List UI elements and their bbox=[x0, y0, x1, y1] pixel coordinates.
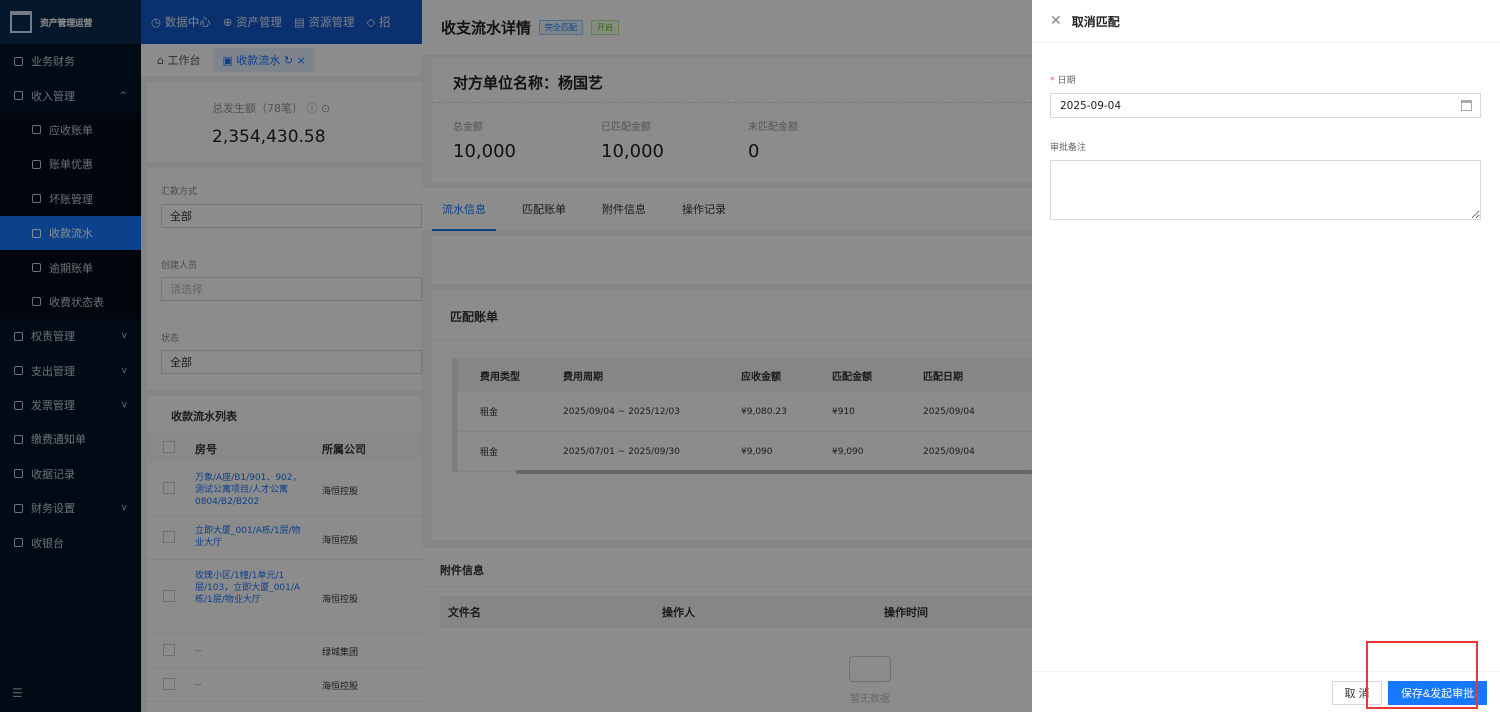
drawer-header: ✕ 取消匹配 bbox=[1032, 0, 1500, 43]
modal-overlay[interactable] bbox=[422, 0, 1032, 712]
date-picker[interactable]: 2025-09-04 bbox=[1050, 93, 1481, 118]
calendar-icon[interactable] bbox=[1461, 100, 1472, 111]
highlight-box bbox=[1366, 641, 1478, 709]
cancel-match-drawer: ✕ 取消匹配 * 日期 2025-09-04 审批备注 取 消 保存&发起审批 bbox=[1032, 0, 1500, 712]
remark-label: 审批备注 bbox=[1050, 143, 1087, 153]
drawer-title: 取消匹配 bbox=[1071, 14, 1120, 29]
date-value: 2025-09-04 bbox=[1060, 99, 1122, 112]
date-label: * 日期 bbox=[1050, 73, 1076, 86]
modal-overlay[interactable] bbox=[0, 0, 422, 712]
required-mark: * bbox=[1050, 76, 1055, 86]
approval-remark-textarea[interactable] bbox=[1050, 160, 1481, 220]
close-icon[interactable]: ✕ bbox=[1050, 13, 1062, 29]
date-label-text: 日期 bbox=[1057, 76, 1076, 86]
